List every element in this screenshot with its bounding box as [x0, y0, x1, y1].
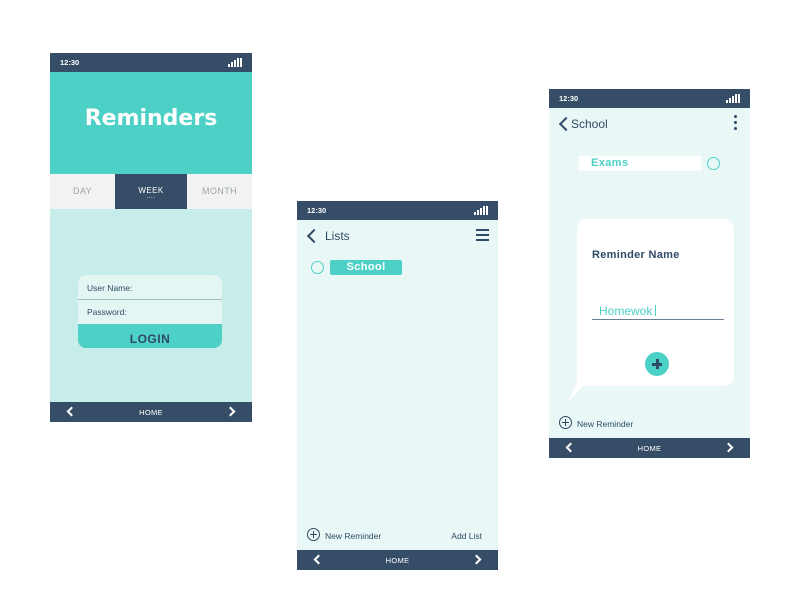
list-radio-icon[interactable]	[311, 261, 324, 274]
status-bar: 12:30	[50, 53, 252, 72]
reminder-name-value: Homewok	[599, 304, 653, 318]
app-title: Reminders	[84, 106, 218, 131]
password-field[interactable]: Password:	[87, 307, 127, 317]
home-button[interactable]: HOME	[50, 408, 252, 417]
status-time: 12:30	[559, 94, 579, 103]
more-vertical-icon[interactable]	[734, 115, 737, 130]
app-header: Reminders	[50, 72, 252, 174]
card-title: Reminder Name	[592, 249, 680, 261]
lists-screen: 12:30 Lists School New Reminder Add List…	[297, 201, 498, 570]
tab-month[interactable]: MONTH	[187, 174, 252, 209]
add-list-button[interactable]: Add List	[451, 531, 482, 541]
home-button[interactable]: HOME	[297, 556, 498, 565]
username-field[interactable]: User Name:	[87, 283, 132, 293]
field-divider	[78, 299, 222, 300]
new-reminder-button[interactable]: New Reminder	[325, 531, 381, 541]
list-item-school[interactable]: School	[330, 260, 402, 275]
tab-month-label: MONTH	[202, 186, 237, 196]
add-button[interactable]	[645, 352, 669, 376]
login-button[interactable]: LOGIN	[78, 324, 222, 348]
item-radio-icon[interactable]	[707, 157, 720, 170]
tab-week-indicator: ....	[146, 194, 156, 200]
back-chevron-icon[interactable]	[306, 228, 322, 244]
new-reminder-button[interactable]: New Reminder	[577, 419, 633, 429]
bottom-nav: HOME	[549, 438, 750, 458]
signal-icon	[726, 94, 740, 103]
school-screen: 12:30 School Exams Reminder Name Homewok…	[549, 89, 750, 458]
text-caret	[655, 305, 657, 316]
status-bar: 12:30	[297, 201, 498, 220]
signal-icon	[228, 58, 242, 67]
page-title: School	[571, 117, 608, 131]
view-tabs: DAY WEEK .... MONTH	[50, 174, 252, 209]
page-title: Lists	[325, 229, 350, 243]
hamburger-icon[interactable]	[476, 229, 489, 241]
reminder-card: Reminder Name Homewok	[577, 219, 734, 386]
list-item-exams[interactable]: Exams	[579, 156, 701, 171]
bottom-nav: HOME	[297, 550, 498, 570]
add-circle-icon[interactable]	[559, 416, 572, 429]
login-form: User Name: Password: LOGIN	[78, 275, 222, 348]
signal-icon	[474, 206, 488, 215]
tab-day[interactable]: DAY	[50, 174, 115, 209]
bottom-nav: HOME	[50, 402, 252, 422]
add-circle-icon[interactable]	[307, 528, 320, 541]
home-button[interactable]: HOME	[549, 444, 750, 453]
login-screen: 12:30 Reminders DAY WEEK .... MONTH User…	[50, 53, 252, 422]
tab-week[interactable]: WEEK ....	[115, 174, 187, 209]
tab-day-label: DAY	[72, 186, 93, 196]
status-time: 12:30	[60, 58, 80, 67]
reminder-name-input[interactable]: Homewok	[592, 304, 724, 320]
status-time: 12:30	[307, 206, 327, 215]
status-bar: 12:30	[549, 89, 750, 108]
